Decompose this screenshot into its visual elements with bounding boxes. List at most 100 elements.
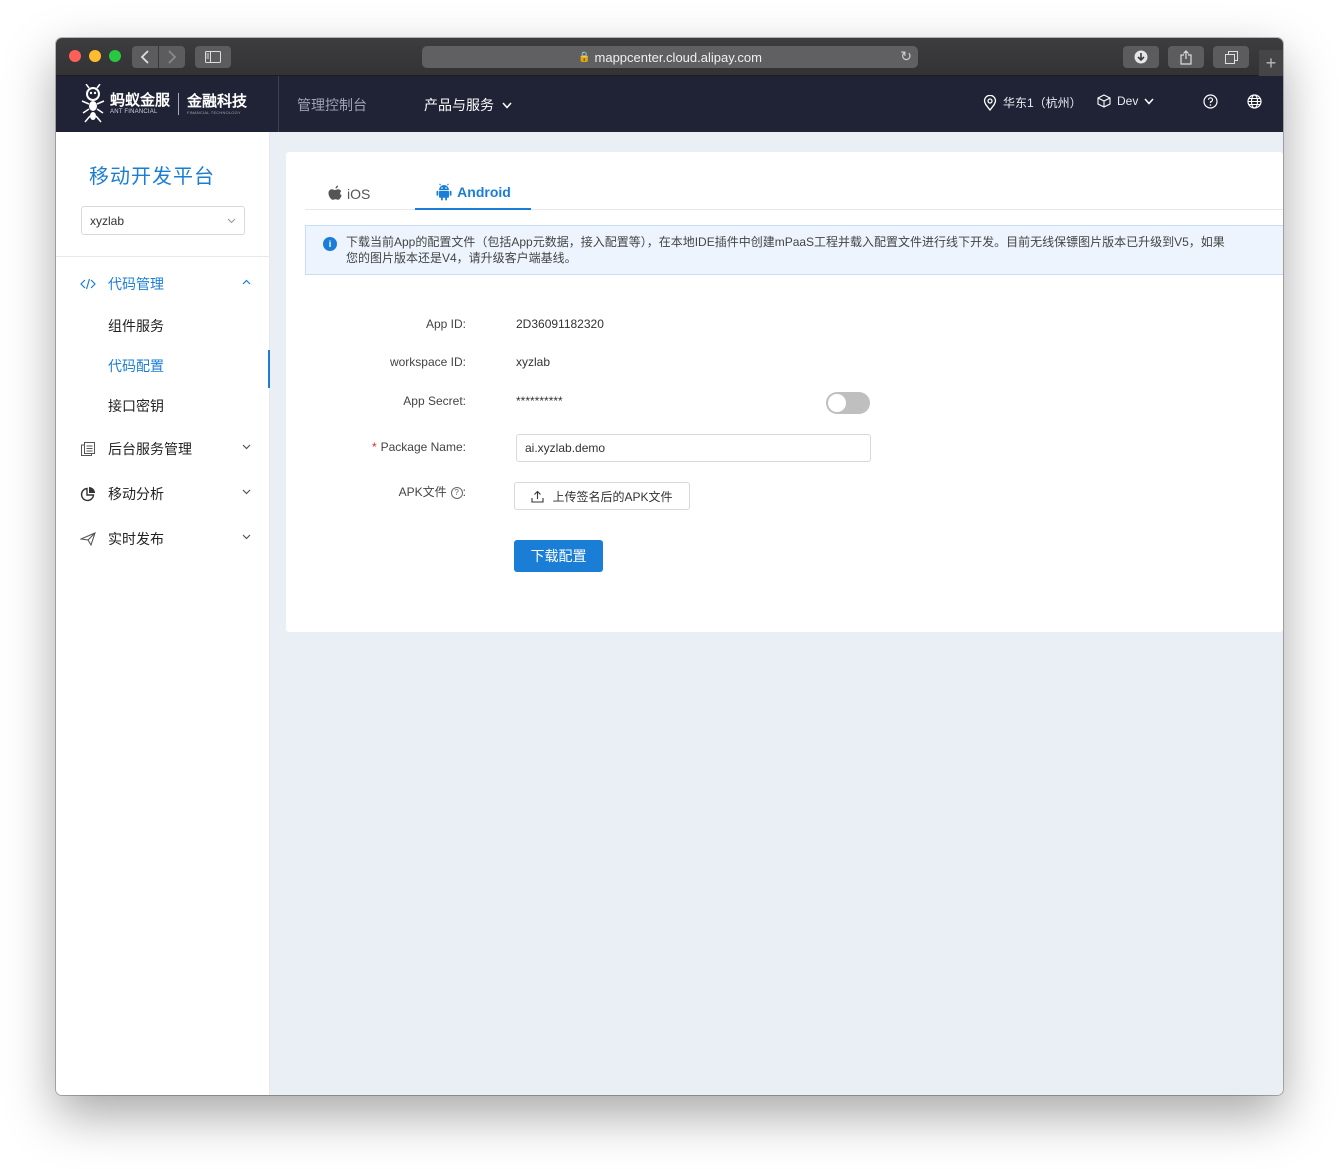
logo-brand-sub: ANT FINANCIAL <box>110 109 158 115</box>
apk-file-label: APK文件?: <box>398 485 466 499</box>
workspace-id-label: workspace ID: <box>389 355 466 369</box>
sidebar: 移动开发平台 xyzlab 代码管理 组件服务 代码配置 接口密钥 后台服务管理… <box>56 132 271 1095</box>
minimize-window-button[interactable] <box>89 50 101 62</box>
chevron-right-icon <box>168 50 177 64</box>
android-icon <box>436 183 452 201</box>
upload-apk-button[interactable]: 上传签名后的APK文件 <box>514 482 690 510</box>
url-text: mappcenter.cloud.alipay.com <box>594 49 762 65</box>
sidebar-subitem-api-keys[interactable]: 接口密钥 <box>56 390 270 422</box>
upload-apk-label: 上传签名后的APK文件 <box>552 489 673 504</box>
tab-label: Android <box>457 184 511 200</box>
upload-icon <box>531 490 545 503</box>
sidebar-item-backend-services[interactable]: 后台服务管理 <box>56 433 270 465</box>
sidebar-divider <box>56 256 269 257</box>
env-label: Dev <box>1117 94 1139 108</box>
pie-chart-icon <box>80 487 95 502</box>
alert-text-line2: 您的图片版本还是V4，请升级客户端基线。 <box>346 251 577 265</box>
code-icon <box>80 278 96 290</box>
ant-financial-logo[interactable]: 蚂蚁金服 ANT FINANCIAL 金融科技 FINANCIAL TECHNO… <box>80 84 247 124</box>
required-asterisk: * <box>371 440 377 454</box>
cube-icon <box>1097 94 1111 108</box>
logo-tagline-text: 金融科技 <box>187 92 248 110</box>
tab-label: iOS <box>347 186 371 202</box>
close-window-button[interactable] <box>69 50 81 62</box>
chevron-down-icon <box>1144 98 1154 105</box>
sidebar-item-label: 代码管理 <box>108 276 164 292</box>
question-circle-icon[interactable]: ? <box>450 486 463 499</box>
workspace-id-value: xyzlab <box>516 355 551 369</box>
ant-icon <box>81 84 105 123</box>
sidebar-item-mobile-analytics[interactable]: 移动分析 <box>56 478 270 510</box>
workspace-select-value: xyzlab <box>90 213 125 228</box>
platform-tabs: iOS Android <box>305 152 1283 210</box>
downloads-button[interactable] <box>1123 46 1159 68</box>
logo-divider <box>178 93 180 115</box>
sidebar-item-code-management[interactable]: 代码管理 <box>56 268 270 300</box>
question-circle-icon <box>1203 94 1218 109</box>
package-name-input-value: ai.xyzlab.demo <box>525 441 606 455</box>
top-navigation: 蚂蚁金服 ANT FINANCIAL 金融科技 FINANCIAL TECHNO… <box>56 76 1283 132</box>
products-menu[interactable]: 产品与服务 <box>424 95 512 115</box>
chevron-up-icon <box>242 279 251 285</box>
sidebar-item-label: 实时发布 <box>108 531 164 547</box>
info-alert: i 下载当前App的配置文件（包括App元数据，接入配置等），在本地IDE插件中… <box>305 225 1283 275</box>
sidebar-subitem-component-service[interactable]: 组件服务 <box>56 310 270 342</box>
logo-tagline: 金融科技 FINANCIAL TECHNOLOGY <box>187 92 248 115</box>
console-link[interactable]: 管理控制台 <box>297 95 367 115</box>
address-bar[interactable]: 🔒 mappcenter.cloud.alipay.com ↻ <box>422 46 918 68</box>
chevron-down-icon <box>242 444 251 450</box>
location-pin-icon <box>983 94 997 111</box>
sidebar-toggle-button[interactable] <box>195 46 231 68</box>
app-id-label: App ID: <box>425 317 466 331</box>
sidebar-item-realtime-publish[interactable]: 实时发布 <box>56 523 270 555</box>
back-button[interactable] <box>132 46 158 68</box>
browser-window: 🔒 mappcenter.cloud.alipay.com ↻ + 蚂蚁金服 A… <box>56 38 1283 1095</box>
app-secret-label: App Secret: <box>403 394 466 408</box>
download-icon <box>1134 50 1148 64</box>
tab-ios[interactable]: iOS <box>327 178 370 210</box>
package-name-label: * Package Name: <box>306 440 466 454</box>
chevron-down-icon <box>242 489 251 495</box>
file-copy-icon <box>81 442 95 456</box>
chevron-down-icon <box>227 218 236 223</box>
apple-icon <box>328 185 342 200</box>
package-name-input[interactable]: ai.xyzlab.demo <box>516 434 871 462</box>
nav-divider <box>278 76 279 132</box>
environment-selector[interactable]: Dev <box>1097 94 1154 108</box>
logo-tagline-sub: FINANCIAL TECHNOLOGY <box>187 109 241 115</box>
lock-icon: 🔒 <box>578 51 591 63</box>
fullscreen-window-button[interactable] <box>109 50 121 62</box>
products-label: 产品与服务 <box>424 97 494 113</box>
main-content: iOS Android i 下载当前App的配置文件（包括App元数据，接入配置… <box>270 132 1283 1095</box>
share-button[interactable] <box>1168 46 1204 68</box>
new-tab-button[interactable]: + <box>1259 50 1283 76</box>
share-icon <box>1180 49 1192 65</box>
sidebar-subitem-label: 接口密钥 <box>108 398 164 414</box>
workspace-select[interactable]: xyzlab <box>81 206 245 235</box>
sidebar-item-label: 后台服务管理 <box>108 441 192 457</box>
alert-text-line1: 下载当前App的配置文件（包括App元数据，接入配置等），在本地IDE插件中创建… <box>346 235 1225 249</box>
chevron-left-icon <box>140 50 149 64</box>
show-secret-toggle[interactable] <box>826 392 870 414</box>
logo-brand-name: 蚂蚁金服 <box>110 92 171 109</box>
logo-brand: 蚂蚁金服 ANT FINANCIAL <box>110 92 171 116</box>
app-id-value: 2D36091182320 <box>516 317 604 331</box>
package-name-label-text: Package Name: <box>380 440 466 454</box>
language-button[interactable] <box>1247 94 1262 114</box>
platform-title: 移动开发平台 <box>89 166 215 188</box>
tab-overview-button[interactable] <box>1213 46 1249 68</box>
apk-file-label-text: APK文件 <box>398 485 447 499</box>
region-label: 华东1（杭州） <box>1003 96 1082 110</box>
download-config-button[interactable]: 下载配置 <box>514 540 603 572</box>
sidebar-subitem-label: 组件服务 <box>108 318 164 334</box>
app-secret-value: ********** <box>516 394 563 408</box>
region-selector[interactable]: 华东1（杭州） <box>983 94 1082 111</box>
sidebar-item-label: 移动分析 <box>108 486 164 502</box>
sidebar-icon <box>205 51 221 63</box>
config-card: iOS Android i 下载当前App的配置文件（包括App元数据，接入配置… <box>286 152 1283 632</box>
tab-android[interactable]: Android <box>415 176 531 210</box>
forward-button[interactable] <box>159 46 185 68</box>
reload-icon[interactable]: ↻ <box>900 48 912 65</box>
sidebar-subitem-code-config[interactable]: 代码配置 <box>56 350 271 388</box>
help-button[interactable] <box>1203 94 1218 114</box>
